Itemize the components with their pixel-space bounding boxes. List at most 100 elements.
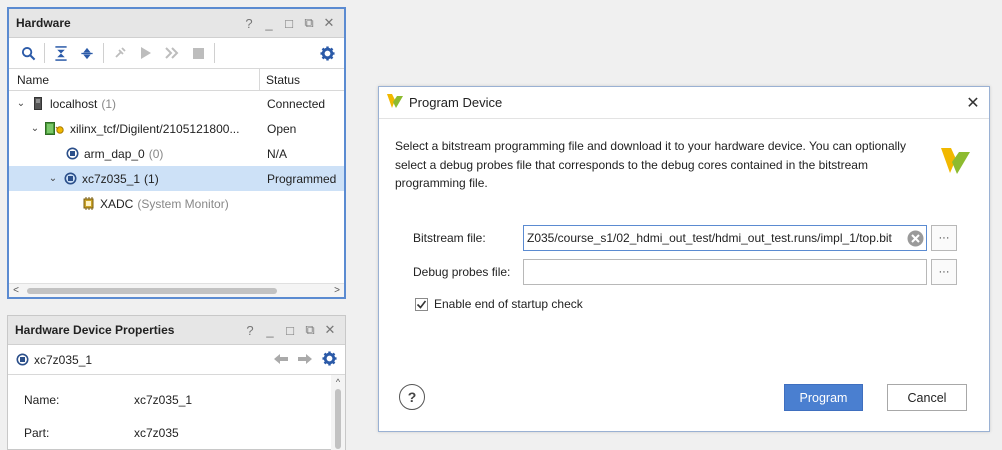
- vivado-logo-icon: [387, 94, 403, 111]
- tree-row-label: xilinx_tcf/Digilent/2105121800...: [70, 121, 240, 136]
- panel-controls: ? _ □ ⧉ ✕: [242, 15, 344, 31]
- properties-subheader: xc7z035_1: [8, 345, 345, 375]
- debug-probes-file-input[interactable]: [523, 259, 927, 285]
- vivado-logo-icon: [939, 145, 971, 180]
- close-icon[interactable]: ✕: [957, 93, 989, 113]
- scroll-thumb[interactable]: [335, 389, 341, 449]
- expand-all-icon[interactable]: [74, 40, 100, 66]
- hardware-panel-header: Hardware ? _ □ ⧉ ✕: [9, 9, 344, 38]
- tree-row-count: (1): [101, 96, 117, 111]
- tree-column-header: Name Status: [9, 69, 344, 91]
- help-button[interactable]: ?: [399, 384, 425, 410]
- close-icon[interactable]: ✕: [323, 322, 337, 338]
- step-icon[interactable]: [159, 40, 185, 66]
- bitstream-field-row: Bitstream file: Z035/course_s1/02_hdmi_o…: [413, 225, 959, 251]
- maximize-icon[interactable]: □: [283, 323, 297, 338]
- jtag-target-icon: [45, 122, 65, 136]
- server-icon: [31, 97, 45, 111]
- status-value: Programmed: [267, 171, 337, 186]
- hardware-panel: Hardware ? _ □ ⧉ ✕ Name Status ⌄ localho…: [7, 7, 346, 299]
- chevron-down-icon[interactable]: ⌄: [29, 123, 41, 134]
- property-value: xc7z035: [134, 425, 179, 440]
- scroll-thumb[interactable]: [27, 287, 277, 294]
- tree-row-count: (System Monitor): [137, 196, 229, 211]
- tree-row-label: localhost: [50, 96, 98, 111]
- tree-row-localhost[interactable]: ⌄ localhost (1) Connected: [9, 91, 344, 116]
- dialog-titlebar: Program Device ✕: [379, 87, 989, 119]
- hardware-panel-title: Hardware: [16, 16, 71, 30]
- tree-row-count: (0): [148, 146, 164, 161]
- property-label: Name:: [24, 392, 60, 407]
- property-label: Part:: [24, 425, 50, 440]
- status-value: Open: [267, 121, 297, 136]
- panel-controls: ? _ □ ⧉ ✕: [243, 322, 345, 338]
- scroll-right-icon[interactable]: >: [330, 285, 344, 296]
- cancel-button[interactable]: Cancel: [887, 384, 967, 411]
- horizontal-scrollbar[interactable]: < >: [9, 283, 344, 297]
- end-of-startup-check-row[interactable]: Enable end of startup check: [415, 297, 583, 311]
- tree-row-label: arm_dap_0: [84, 146, 145, 161]
- gear-icon[interactable]: [314, 40, 340, 66]
- properties-panel-header: Hardware Device Properties ? _ □ ⧉ ✕: [8, 316, 345, 345]
- scroll-up-icon[interactable]: ^: [331, 375, 345, 389]
- checkbox-label: Enable end of startup check: [434, 297, 583, 311]
- bitstream-label: Bitstream file:: [413, 231, 486, 245]
- description-line: programming file.: [395, 176, 488, 190]
- close-icon[interactable]: ✕: [322, 15, 336, 31]
- float-icon[interactable]: ⧉: [303, 322, 317, 338]
- tree-row-label: xc7z035_1: [82, 171, 141, 186]
- help-icon[interactable]: ?: [242, 16, 256, 31]
- tree-row-target[interactable]: ⌄ xilinx_tcf/Digilent/2105121800... Open: [9, 116, 344, 141]
- tree-row-device[interactable]: ⌄ xc7z035_1 (1) Programmed: [9, 166, 344, 191]
- status-value: N/A: [267, 146, 288, 161]
- forward-arrow-icon[interactable]: [298, 353, 312, 367]
- toolbar-divider: [44, 43, 45, 63]
- collapse-all-icon[interactable]: [48, 40, 74, 66]
- status-value: Connected: [267, 96, 326, 111]
- gear-icon[interactable]: [322, 350, 337, 369]
- browse-bitstream-button[interactable]: ···: [931, 225, 957, 251]
- maximize-icon[interactable]: □: [282, 16, 296, 31]
- clear-icon[interactable]: [906, 229, 924, 247]
- property-row-name: Name: xc7z035_1: [24, 383, 345, 416]
- dialog-description: Select a bitstream programming file and …: [395, 137, 925, 193]
- property-value: xc7z035_1: [134, 392, 193, 407]
- tree-row-label: XADC: [100, 196, 134, 211]
- chevron-down-icon[interactable]: ⌄: [47, 173, 59, 184]
- selected-device-name: xc7z035_1: [34, 352, 93, 367]
- column-name[interactable]: Name: [9, 69, 260, 90]
- tree-row-xadc[interactable]: XADC (System Monitor): [9, 191, 344, 216]
- monitor-chip-icon: [81, 197, 95, 211]
- toolbar-divider: [103, 43, 104, 63]
- run-icon[interactable]: [133, 40, 159, 66]
- chip-icon: [15, 353, 29, 367]
- bitstream-file-input[interactable]: Z035/course_s1/02_hdmi_out_test/hdmi_out…: [523, 225, 927, 251]
- tree-row-count: (1): [144, 171, 159, 186]
- search-icon[interactable]: [15, 40, 41, 66]
- stop-icon[interactable]: [185, 40, 211, 66]
- hardware-toolbar: [9, 38, 344, 69]
- program-button[interactable]: Program: [784, 384, 863, 411]
- minimize-icon[interactable]: _: [262, 16, 276, 31]
- vertical-scrollbar[interactable]: ^: [331, 375, 345, 450]
- float-icon[interactable]: ⧉: [302, 15, 316, 31]
- program-device-dialog: Program Device ✕ Select a bitstream prog…: [378, 86, 990, 432]
- help-icon[interactable]: ?: [243, 323, 257, 338]
- toolbar-divider: [214, 43, 215, 63]
- minimize-icon[interactable]: _: [263, 323, 277, 338]
- browse-debug-probes-button[interactable]: ···: [931, 259, 957, 285]
- column-status[interactable]: Status: [260, 69, 344, 90]
- auto-connect-icon[interactable]: [107, 40, 133, 66]
- properties-body: Name: xc7z035_1 Part: xc7z035 ^: [8, 375, 345, 450]
- end-of-startup-checkbox[interactable]: [415, 297, 428, 311]
- chevron-down-icon[interactable]: ⌄: [15, 98, 27, 109]
- dialog-title: Program Device: [409, 95, 503, 110]
- property-row-part: Part: xc7z035: [24, 416, 345, 449]
- back-arrow-icon[interactable]: [274, 353, 288, 367]
- chip-icon: [63, 172, 77, 186]
- scroll-left-icon[interactable]: <: [9, 285, 23, 296]
- device-properties-panel: Hardware Device Properties ? _ □ ⧉ ✕ xc7…: [7, 315, 346, 450]
- tree-row-arm-dap[interactable]: arm_dap_0 (0) N/A: [9, 141, 344, 166]
- description-line: select a debug probes file that correspo…: [395, 157, 868, 172]
- debug-probes-field-row: Debug probes file: ···: [413, 259, 959, 285]
